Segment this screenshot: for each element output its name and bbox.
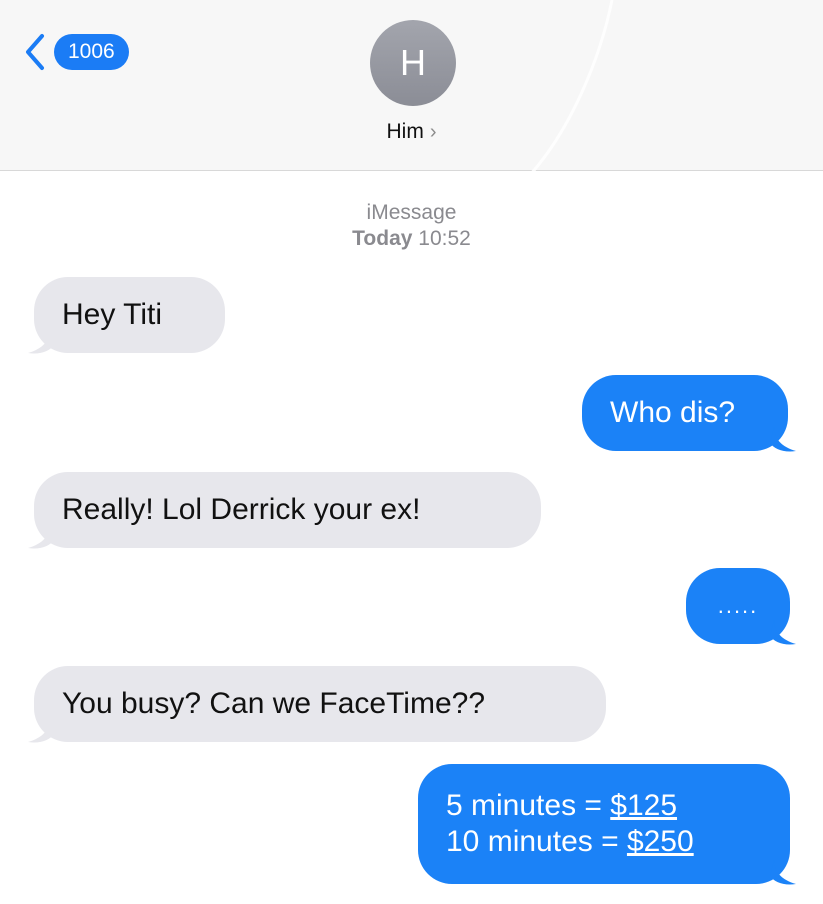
message-bubble-outgoing[interactable]: 5 minutes = $125 10 minutes = $250 xyxy=(418,764,790,884)
bubble-tail xyxy=(28,524,54,549)
back-button[interactable]: 1006 xyxy=(24,32,129,72)
unread-count-badge: 1006 xyxy=(54,34,129,70)
bubble-tail xyxy=(28,329,54,354)
price-link[interactable]: $250 xyxy=(627,825,694,858)
message-line: 5 minutes = $125 xyxy=(446,788,677,824)
timestamp-day: Today xyxy=(352,227,413,250)
chevron-left-icon xyxy=(26,34,44,70)
price-link[interactable]: $125 xyxy=(610,789,677,822)
chevron-right-icon: › xyxy=(429,121,437,143)
avatar-initial: H xyxy=(400,42,426,83)
timestamp: Today 10:52 xyxy=(0,226,823,252)
bubble-tail xyxy=(770,620,796,645)
message-bubble-outgoing[interactable]: Who dis? xyxy=(582,375,788,451)
message-bubble-incoming[interactable]: Really! Lol Derrick your ex! xyxy=(34,472,541,548)
message-text: ..... xyxy=(717,593,759,618)
contact-name: Him xyxy=(386,120,424,143)
bubble-tail xyxy=(770,860,796,885)
contact-name-button[interactable]: Him › xyxy=(0,120,823,144)
contact-avatar[interactable]: H xyxy=(370,20,456,106)
bubble-tail xyxy=(770,427,796,452)
message-text: Who dis? xyxy=(610,396,736,429)
timestamp-time: 10:52 xyxy=(418,227,471,250)
message-text: 5 minutes = xyxy=(446,789,611,822)
bubble-tail xyxy=(28,718,54,743)
message-text: Really! Lol Derrick your ex! xyxy=(62,493,421,526)
message-text: You busy? Can we FaceTime?? xyxy=(62,687,486,720)
service-label: iMessage xyxy=(366,201,457,224)
message-bubble-incoming[interactable]: You busy? Can we FaceTime?? xyxy=(34,666,606,742)
message-text: 10 minutes = xyxy=(446,825,627,858)
message-bubble-incoming[interactable]: Hey Titi xyxy=(34,277,225,353)
message-service-info: iMessage Today 10:52 xyxy=(0,200,823,252)
conversation-header: 1006 H Him › xyxy=(0,0,823,171)
message-line: 10 minutes = $250 xyxy=(446,824,694,860)
message-text: Hey Titi xyxy=(62,298,163,331)
